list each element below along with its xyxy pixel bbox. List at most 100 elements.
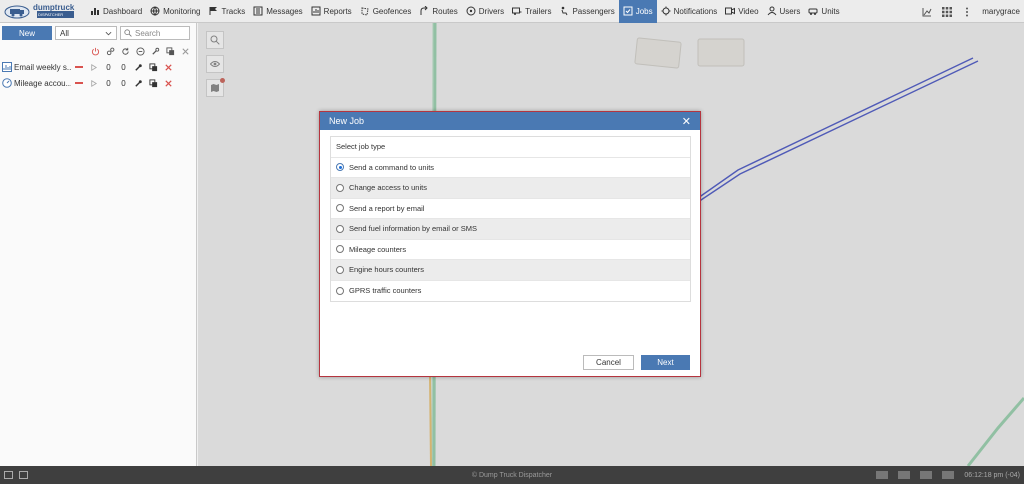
- job-type-option[interactable]: Send a report by email: [331, 199, 690, 219]
- app-logo[interactable]: dumptruck DISPATCHER: [0, 0, 86, 23]
- dialog-header: New Job ✕: [320, 112, 700, 130]
- job-delete-button[interactable]: [161, 79, 176, 88]
- wrench-icon: [135, 63, 142, 71]
- job-type-option[interactable]: Send a command to units: [331, 158, 690, 178]
- job-type-radio[interactable]: [336, 265, 344, 274]
- jobs-list: Email weekly s... 0 0 Mileage accou... 0 0: [0, 59, 196, 91]
- job-name: Email weekly s...: [14, 62, 71, 72]
- job-run-button[interactable]: [86, 63, 101, 72]
- status-bar: © Dump Truck Dispatcher 06:12:18 pm (-04…: [0, 466, 1024, 484]
- nav-item-geofences[interactable]: Geofences: [356, 0, 416, 23]
- status-bar-right: 06:12:18 pm (-04): [876, 471, 1020, 479]
- jobs-filter-select[interactable]: All: [55, 26, 117, 40]
- search-placeholder: Search: [135, 28, 161, 38]
- job-row[interactable]: Email weekly s... 0 0: [0, 59, 196, 75]
- more-vertical-icon[interactable]: [962, 7, 972, 17]
- job-type-label: Change access to units: [349, 183, 427, 193]
- nav-item-label: Dashboard: [103, 6, 143, 16]
- delete-column[interactable]: [178, 47, 193, 56]
- job-row[interactable]: Mileage accou... 0 0: [0, 75, 196, 91]
- job-type-option[interactable]: Send fuel information by email or SMS: [331, 219, 690, 240]
- job-run-button[interactable]: [86, 79, 101, 88]
- close-icon: [165, 79, 172, 87]
- executed-column[interactable]: [118, 47, 133, 56]
- dialog-title: New Job: [329, 116, 365, 126]
- nav-item-jobs[interactable]: Jobs: [618, 0, 657, 23]
- nav-item-users[interactable]: Users: [763, 0, 805, 23]
- job-type-label: Send a report by email: [349, 203, 425, 213]
- play-icon: [91, 79, 98, 87]
- nav-item-routes[interactable]: Routes: [415, 0, 461, 23]
- job-type-radio[interactable]: [336, 224, 344, 233]
- job-type-radio[interactable]: [336, 163, 344, 172]
- next-button[interactable]: Next: [641, 355, 690, 370]
- nav-item-video[interactable]: Video: [721, 0, 762, 23]
- cancel-button[interactable]: Cancel: [583, 355, 634, 370]
- nav-item-reports[interactable]: Reports: [307, 0, 356, 23]
- nav-item-trailers[interactable]: Trailers: [508, 0, 555, 23]
- routes-icon: [420, 6, 429, 15]
- new-job-button[interactable]: New: [2, 26, 52, 40]
- nav-item-label: Passengers: [572, 6, 615, 16]
- apps-grid-icon[interactable]: [942, 6, 953, 17]
- job-type-option[interactable]: Engine hours counters: [331, 260, 690, 281]
- nav-item-label: Geofences: [372, 6, 412, 16]
- job-type-radio[interactable]: [336, 286, 344, 295]
- job-edit-button[interactable]: [131, 79, 146, 88]
- nav-item-monitoring[interactable]: Monitoring: [146, 0, 204, 23]
- jobs-icon: [623, 6, 633, 16]
- keyboard-icon[interactable]: [942, 471, 955, 479]
- layout-toggle-icon[interactable]: [19, 471, 28, 479]
- job-copy-button[interactable]: [146, 78, 161, 88]
- nav-item-messages[interactable]: Messages: [249, 0, 306, 23]
- job-type-option[interactable]: GPRS traffic counters: [331, 281, 690, 302]
- max-column[interactable]: [133, 46, 148, 56]
- job-type-radio[interactable]: [336, 245, 344, 254]
- passenger-icon: [561, 6, 568, 16]
- messages-icon: [253, 6, 263, 16]
- truck-logo-icon: [4, 5, 30, 18]
- run-column[interactable]: [103, 47, 118, 56]
- nav-item-label: Users: [779, 6, 801, 16]
- messages-panel-icon[interactable]: [876, 471, 889, 479]
- power-icon: [91, 47, 100, 55]
- nav-item-tracks[interactable]: Tracks: [205, 0, 250, 23]
- max-counter-icon: [136, 46, 145, 56]
- dialog-buttons: Cancel Next: [583, 355, 690, 370]
- panel-toggle-icon[interactable]: [4, 471, 13, 479]
- nav-item-notifications[interactable]: Notifications: [657, 0, 722, 23]
- job-type-radio[interactable]: [336, 183, 344, 192]
- jobs-column-header: [0, 43, 196, 59]
- job-type-option[interactable]: Mileage counters: [331, 240, 690, 260]
- job-enabled-toggle[interactable]: [71, 66, 86, 68]
- tracks-panel-icon[interactable]: [920, 471, 933, 479]
- dialog-close-button[interactable]: ✕: [682, 115, 691, 128]
- globe-icon: [150, 6, 160, 16]
- jobs-search-input[interactable]: Search: [120, 26, 190, 40]
- play-icon: [91, 63, 98, 71]
- wrench-icon: [152, 47, 160, 55]
- power-column[interactable]: [88, 47, 103, 56]
- copy-column[interactable]: [163, 46, 178, 56]
- server-time: 06:12:18 pm (-04): [964, 471, 1020, 479]
- logo-line1: dumptruck: [33, 3, 75, 12]
- user-menu[interactable]: marygrace: [982, 7, 1020, 16]
- job-copy-button[interactable]: [146, 62, 161, 72]
- chart-settings-icon[interactable]: [922, 7, 932, 17]
- nav-item-label: Monitoring: [163, 6, 201, 16]
- job-type-label: GPRS traffic counters: [349, 286, 422, 296]
- video-panel-icon[interactable]: [898, 471, 911, 479]
- job-enabled-toggle[interactable]: [71, 82, 86, 84]
- nav-item-units[interactable]: Units: [804, 0, 843, 23]
- job-type-option[interactable]: Change access to units: [331, 178, 690, 199]
- nav-item-drivers[interactable]: Drivers: [462, 0, 508, 23]
- nav-item-dashboard[interactable]: Dashboard: [86, 0, 146, 23]
- copy-icon: [166, 46, 175, 55]
- job-type-radio[interactable]: [336, 204, 344, 213]
- nav-item-passengers[interactable]: Passengers: [555, 0, 618, 23]
- edit-column[interactable]: [148, 47, 163, 56]
- job-delete-button[interactable]: [161, 63, 176, 72]
- close-icon: [182, 47, 189, 55]
- job-edit-button[interactable]: [131, 63, 146, 72]
- trailer-icon: [512, 7, 522, 15]
